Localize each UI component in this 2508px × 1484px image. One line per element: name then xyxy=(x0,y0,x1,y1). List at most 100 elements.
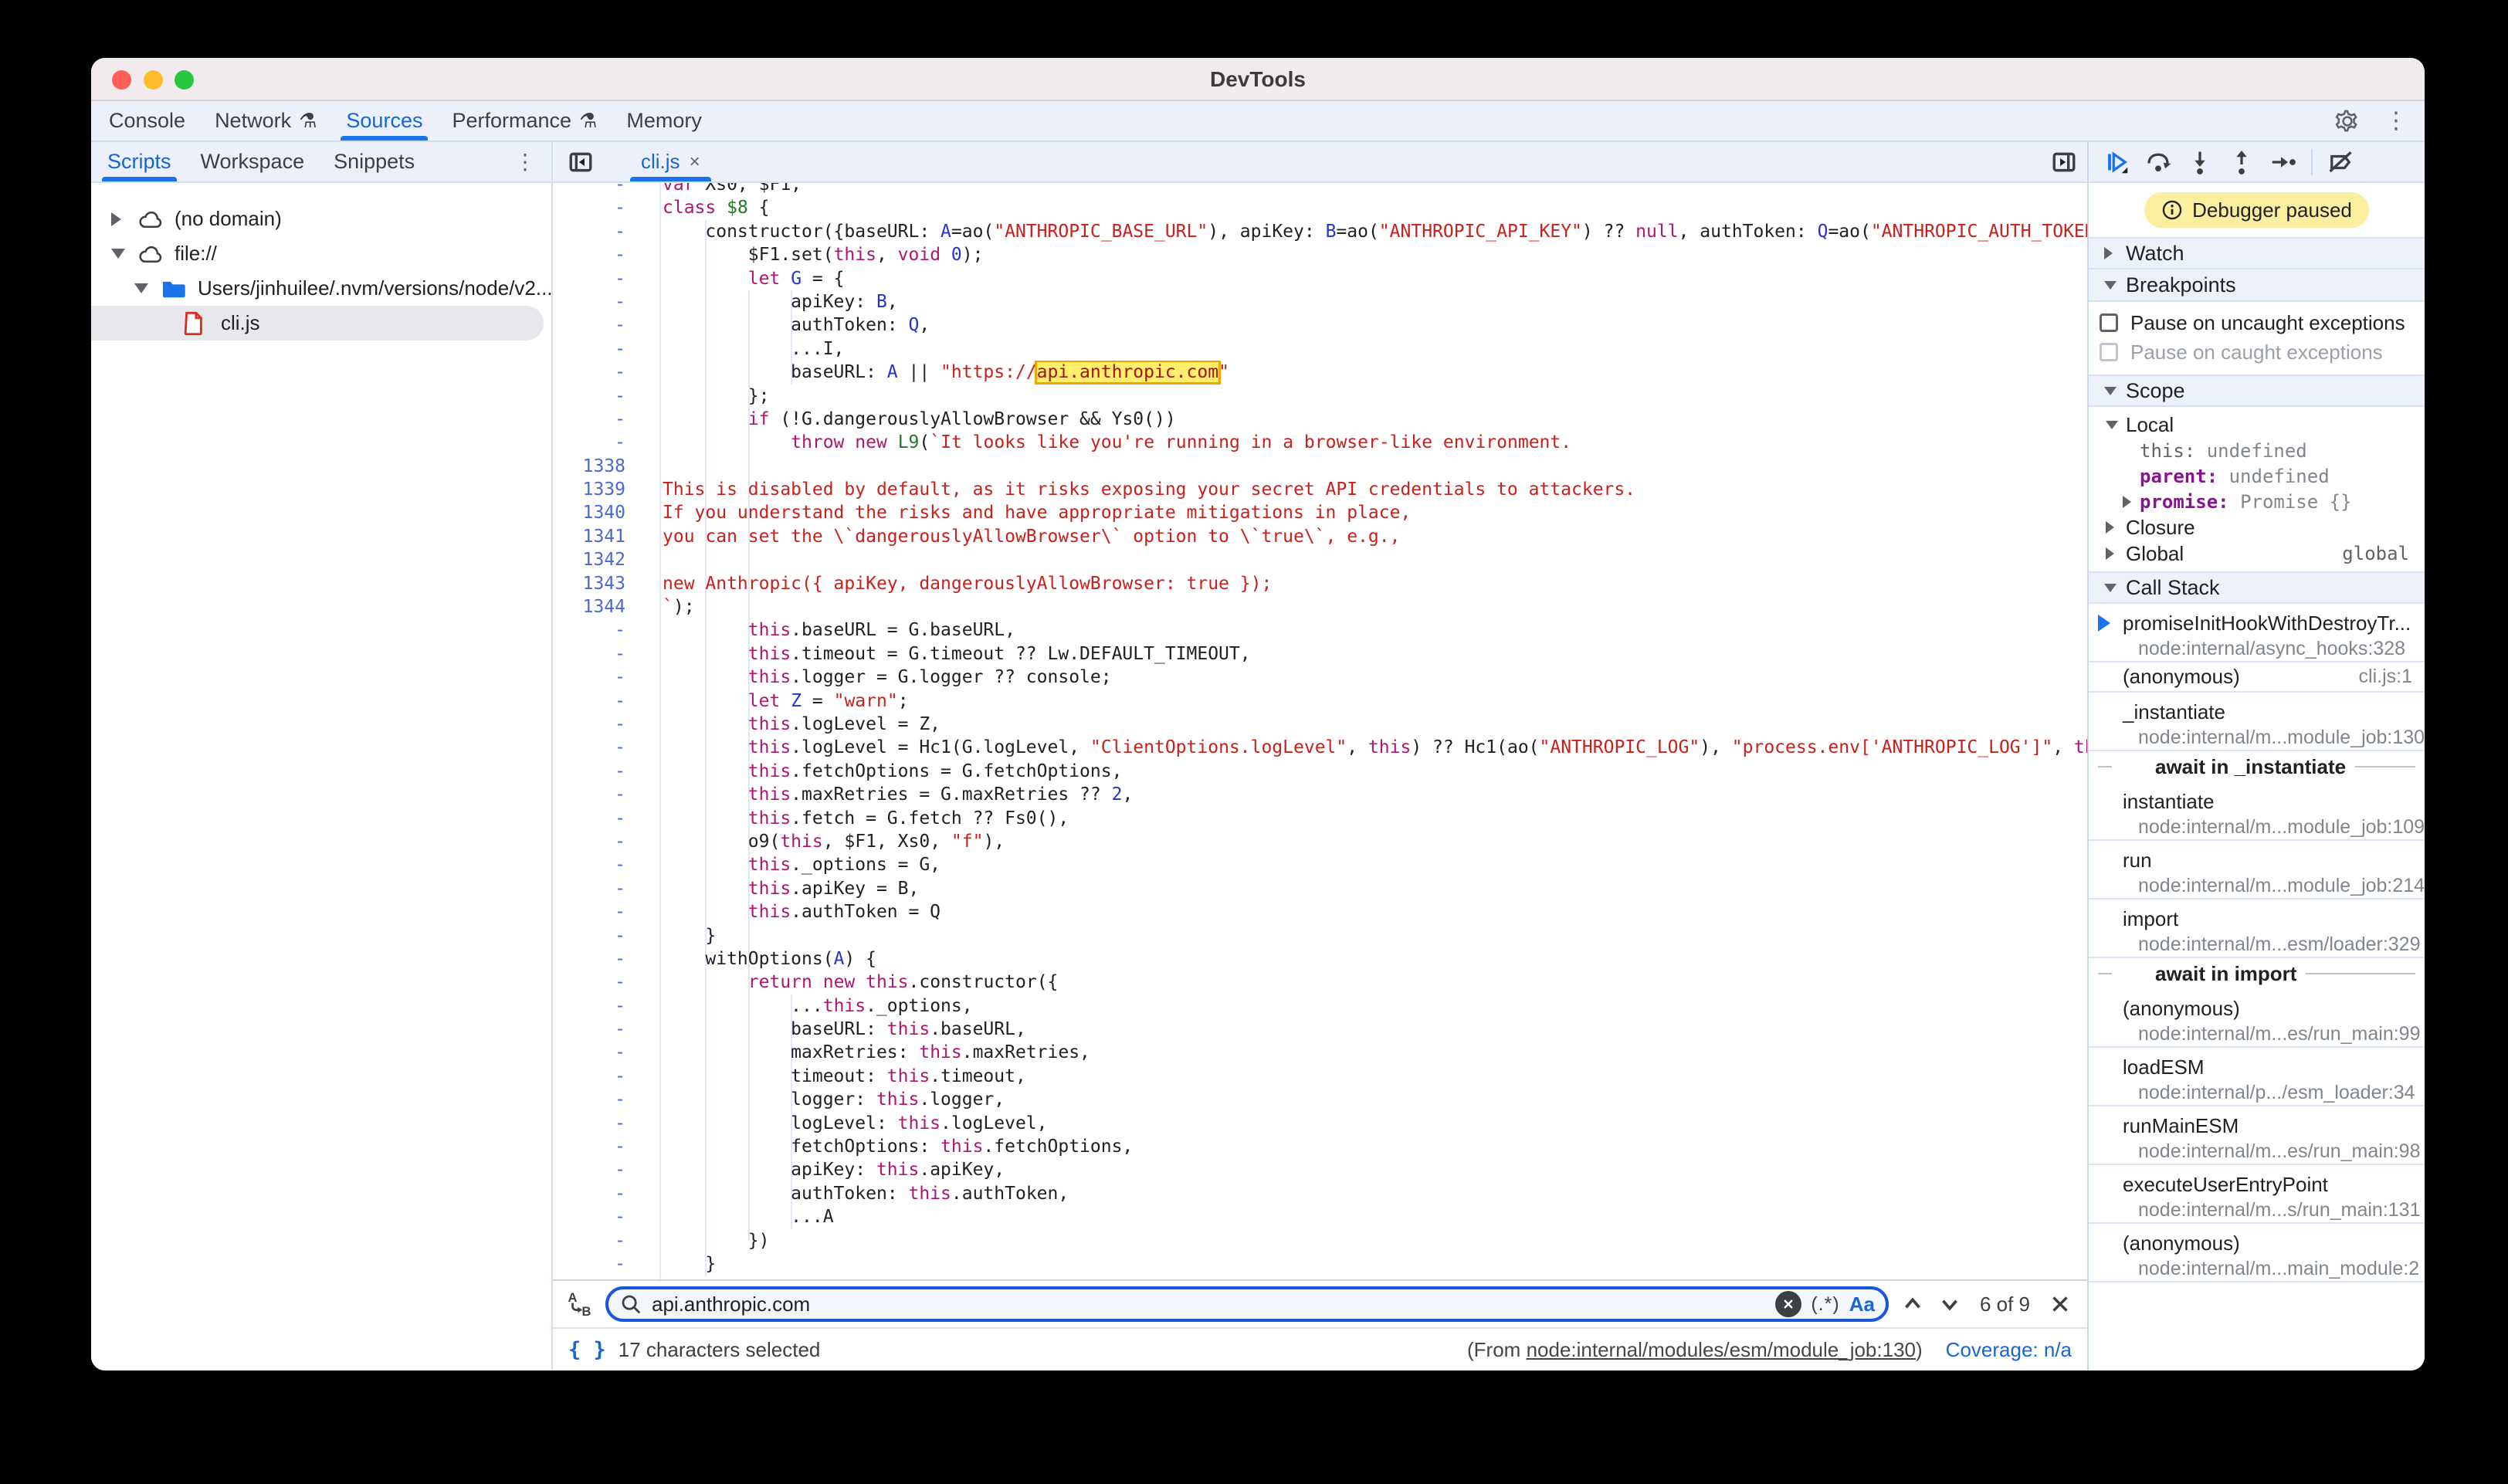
section-scope[interactable]: Scope xyxy=(2089,374,2425,407)
line-number[interactable]: - xyxy=(553,924,659,947)
hide-navigator-icon[interactable] xyxy=(564,145,598,179)
tree-item-file-[interactable]: file:// xyxy=(91,236,551,271)
previous-match-icon[interactable] xyxy=(1900,1291,1926,1317)
line-number[interactable]: - xyxy=(553,1135,659,1158)
section-call-stack[interactable]: Call Stack xyxy=(2089,571,2425,604)
close-search-icon[interactable] xyxy=(2047,1291,2073,1317)
scope-var-this[interactable]: this: undefined xyxy=(2089,438,2425,463)
stack-frame[interactable]: loadESMnode:internal/p.../esm_loader:34 xyxy=(2089,1048,2425,1106)
line-number[interactable]: - xyxy=(553,1088,659,1111)
line-number[interactable]: - xyxy=(553,183,659,196)
gutter[interactable]: ------------1338133913401341134213431344… xyxy=(553,183,661,1279)
line-number[interactable]: - xyxy=(553,1252,659,1276)
stack-frame[interactable]: promiseInitHookWithDestroyTr...node:inte… xyxy=(2089,604,2425,662)
tab-network[interactable]: Network⚗ xyxy=(200,101,331,141)
section-breakpoints[interactable]: Breakpoints xyxy=(2089,269,2425,302)
scope-group-local[interactable]: Local xyxy=(2089,412,2425,438)
regex-toggle[interactable]: (.*) xyxy=(1811,1293,1839,1316)
tree-item-cli-js[interactable]: cli.js xyxy=(91,306,544,341)
stack-frame[interactable]: (anonymous)cli.js:1 xyxy=(2089,662,2425,693)
chevron-down-icon[interactable] xyxy=(134,283,148,293)
toggle-debugger-sidebar-icon[interactable] xyxy=(2047,145,2081,179)
line-number[interactable]: - xyxy=(553,853,659,876)
code-editor[interactable]: ------------1338133913401341134213431344… xyxy=(553,183,2087,1279)
line-number[interactable]: - xyxy=(553,760,659,783)
navigator-more-kebab-icon[interactable]: ⋮ xyxy=(514,149,551,174)
section-watch[interactable]: Watch xyxy=(2089,237,2425,269)
stack-frame[interactable]: (anonymous)node:internal/m...main_module… xyxy=(2089,1224,2425,1282)
line-number[interactable]: - xyxy=(553,313,659,337)
line-number[interactable]: - xyxy=(553,666,659,689)
line-number[interactable]: 1338 xyxy=(553,455,659,478)
kebab-menu-icon[interactable]: ⋮ xyxy=(2384,107,2408,134)
line-number[interactable]: - xyxy=(553,1229,659,1252)
search-field[interactable]: (.*) Aa xyxy=(605,1286,1889,1322)
line-number[interactable]: 1339 xyxy=(553,478,659,501)
resume-script-icon[interactable] xyxy=(2100,145,2133,179)
line-number[interactable]: - xyxy=(553,431,659,454)
stack-async-boundary[interactable]: await in import xyxy=(2089,958,2425,989)
line-number[interactable]: - xyxy=(553,830,659,853)
line-number[interactable]: 1341 xyxy=(553,525,659,548)
match-case-toggle[interactable]: Aa xyxy=(1849,1293,1875,1316)
stack-async-boundary[interactable]: await in _instantiate xyxy=(2089,751,2425,782)
scope-group-global[interactable]: Globalglobal xyxy=(2089,540,2425,567)
chevron-down-icon[interactable] xyxy=(111,249,125,259)
scope-var-promise[interactable]: promise: Promise {} xyxy=(2089,489,2425,514)
line-number[interactable]: - xyxy=(553,736,659,759)
line-number[interactable]: - xyxy=(553,408,659,431)
line-number[interactable]: - xyxy=(553,267,659,290)
replace-toggle-icon[interactable]: AB xyxy=(567,1290,595,1318)
line-number[interactable]: 1342 xyxy=(553,548,659,571)
line-number[interactable]: - xyxy=(553,243,659,266)
checkbox-uncaught[interactable] xyxy=(2100,313,2118,332)
step-over-icon[interactable] xyxy=(2141,145,2175,179)
tab-cli-js[interactable]: cli.js × xyxy=(629,142,713,181)
tree-item-users-jinhuilee-nvm-versions-node-v2-[interactable]: Users/jinhuilee/.nvm/versions/node/v2... xyxy=(91,271,551,306)
step-into-icon[interactable] xyxy=(2183,145,2217,179)
line-number[interactable]: - xyxy=(553,618,659,642)
line-number[interactable]: - xyxy=(553,1182,659,1205)
tab-performance[interactable]: Performance⚗ xyxy=(437,101,612,141)
stack-frame[interactable]: (anonymous)node:internal/m...es/run_main… xyxy=(2089,989,2425,1048)
navtab-scripts[interactable]: Scripts xyxy=(93,142,186,181)
pause-on-uncaught-row[interactable]: Pause on uncaught exceptions xyxy=(2089,308,2425,337)
line-number[interactable]: - xyxy=(553,877,659,900)
line-number[interactable]: - xyxy=(553,900,659,923)
stack-frame[interactable]: _instantiatenode:internal/m...module_job… xyxy=(2089,693,2425,751)
line-number[interactable]: 1343 xyxy=(553,572,659,595)
line-number[interactable]: - xyxy=(553,783,659,806)
line-number[interactable]: - xyxy=(553,1205,659,1228)
tree-item--no-domain-[interactable]: (no domain) xyxy=(91,202,551,236)
step-out-icon[interactable] xyxy=(2225,145,2259,179)
stack-frame[interactable]: runMainESMnode:internal/m...es/run_main:… xyxy=(2089,1106,2425,1165)
stack-frame[interactable]: runnode:internal/m...module_job:214 xyxy=(2089,841,2425,900)
scope-group-closure[interactable]: Closure xyxy=(2089,514,2425,540)
gear-icon[interactable] xyxy=(2330,104,2364,138)
line-number[interactable]: - xyxy=(553,337,659,361)
line-number[interactable]: - xyxy=(553,689,659,713)
line-number[interactable]: - xyxy=(553,1065,659,1088)
line-number[interactable]: - xyxy=(553,385,659,408)
line-number[interactable]: - xyxy=(553,807,659,830)
line-number[interactable]: - xyxy=(553,1041,659,1064)
module-job-link[interactable]: node:internal/modules/esm/module_job:130 xyxy=(1527,1338,1916,1361)
stack-frame[interactable]: executeUserEntryPointnode:internal/m...s… xyxy=(2089,1165,2425,1224)
line-number[interactable]: - xyxy=(553,220,659,243)
line-number[interactable]: - xyxy=(553,713,659,736)
line-number[interactable]: - xyxy=(553,971,659,994)
line-number[interactable]: - xyxy=(553,290,659,313)
line-number[interactable]: - xyxy=(553,1158,659,1181)
line-number[interactable]: - xyxy=(553,947,659,971)
line-number[interactable]: - xyxy=(553,196,659,219)
line-number[interactable]: - xyxy=(553,1112,659,1135)
close-tab-icon[interactable]: × xyxy=(690,151,700,173)
tab-memory[interactable]: Memory xyxy=(612,101,717,141)
line-number[interactable]: - xyxy=(553,1018,659,1041)
next-match-icon[interactable] xyxy=(1937,1291,1963,1317)
line-number[interactable]: - xyxy=(553,994,659,1018)
pretty-print-icon[interactable]: { } xyxy=(568,1338,606,1362)
line-number[interactable]: 1340 xyxy=(553,501,659,524)
clear-search-icon[interactable] xyxy=(1775,1291,1801,1317)
navtab-workspace[interactable]: Workspace xyxy=(186,142,320,181)
